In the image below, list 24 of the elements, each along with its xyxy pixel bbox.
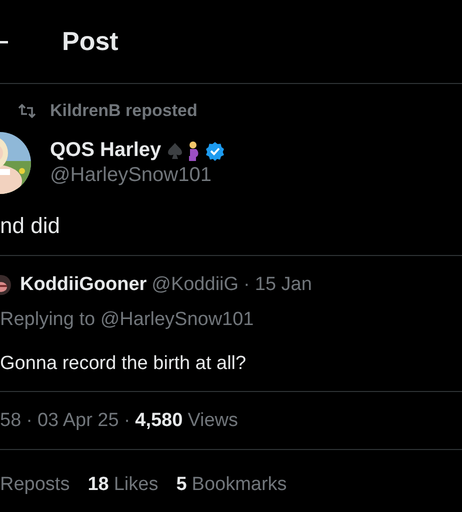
repost-icon <box>18 104 36 118</box>
author-handle[interactable]: @HarleySnow101 <box>50 164 226 187</box>
stat-count[interactable]: 18 <box>88 474 109 496</box>
separator-dot: · <box>124 410 130 432</box>
post-time: 58 <box>0 410 22 432</box>
stat-label[interactable]: Bookmarks <box>192 474 287 496</box>
replying-to-text: Replying to @HarleySnow101 <box>0 309 255 331</box>
page-title: Post <box>62 26 118 57</box>
views-label: Views <box>188 410 238 432</box>
post-date: 03 Apr 25 <box>37 410 119 432</box>
separator-dot: · <box>244 274 250 296</box>
reply-author-handle[interactable]: @KoddiiG <box>152 274 239 296</box>
stat-label[interactable]: Likes <box>114 474 158 496</box>
author-name[interactable]: QOS Harley <box>50 139 162 162</box>
stat-count[interactable]: 5 <box>176 474 187 496</box>
repost-label: KildrenB reposted <box>50 101 198 121</box>
stat-label[interactable]: Reposts <box>0 474 70 496</box>
reply-author-name[interactable]: KoddiiGooner <box>20 274 147 296</box>
views-count: 4,580 <box>135 410 183 432</box>
spade-icon <box>167 142 184 160</box>
reply-date: 15 Jan <box>254 274 312 296</box>
reply-text: Gonna record the birth at all? <box>0 353 248 375</box>
separator-dot: · <box>26 410 32 432</box>
post-text: nd did <box>0 212 61 240</box>
